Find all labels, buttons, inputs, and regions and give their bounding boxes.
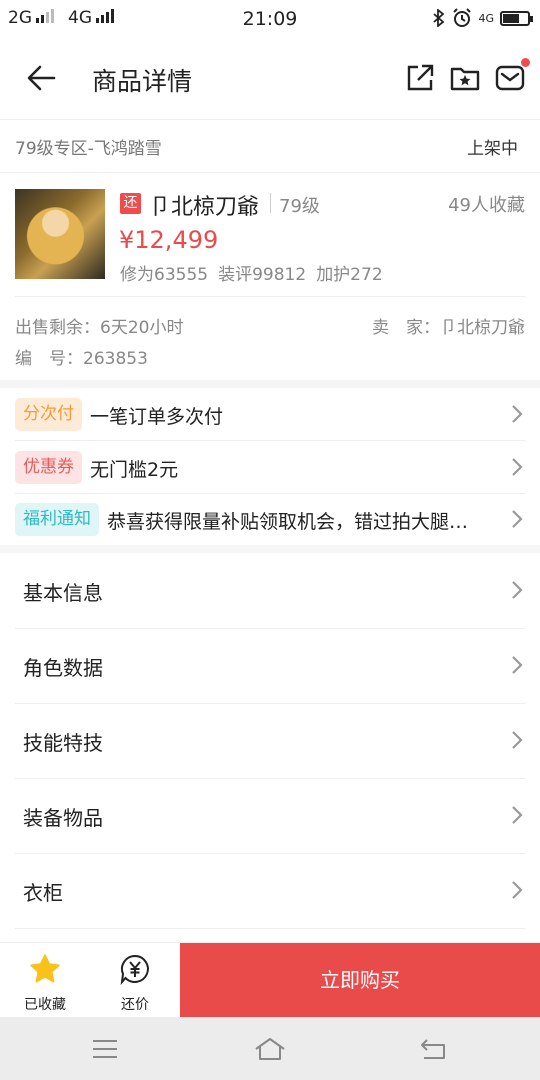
chevron-right-icon <box>512 458 523 476</box>
character-level: 79级 <box>279 196 320 217</box>
section-row[interactable]: 角色数据 <box>0 628 540 702</box>
chevron-right-icon <box>512 731 523 749</box>
share-icon[interactable] <box>404 62 436 94</box>
folder-star-icon[interactable] <box>449 62 481 94</box>
promo-badge: 福利通知 <box>15 503 99 536</box>
alarm-icon <box>453 8 472 27</box>
status-bar: 2G 4G 21:09 4G <box>0 0 540 38</box>
time-remaining: 出售剩余：6天20小时 <box>15 318 184 338</box>
mail-icon <box>495 65 525 91</box>
stat-gear-score: 装评99812 <box>218 265 307 285</box>
bargain-button[interactable]: 还价 <box>90 943 180 1018</box>
divider <box>270 193 271 213</box>
section-gap <box>0 545 540 553</box>
back-arrow-icon[interactable] <box>24 60 60 96</box>
star-icon <box>30 954 60 983</box>
section-label: 角色数据 <box>23 656 103 680</box>
page-title: 商品详情 <box>92 67 193 96</box>
mail-button[interactable] <box>494 58 530 94</box>
section-label: 技能特技 <box>23 731 103 755</box>
action-bar: 已收藏 还价 立即购买 <box>0 942 540 1018</box>
buy-now-button[interactable]: 立即购买 <box>180 943 540 1018</box>
chevron-right-icon <box>512 510 523 528</box>
promo-badge: 优惠券 <box>15 451 82 484</box>
zone-label: 79级专区-飞鸿踏雪 <box>15 139 162 159</box>
section-row[interactable]: 基本信息 <box>0 553 540 627</box>
character-stats: 修为63555 装评99812 加护272 <box>120 260 383 285</box>
chevron-right-icon <box>512 656 523 674</box>
section-row[interactable]: 装备物品 <box>0 778 540 852</box>
divider <box>15 296 525 297</box>
divider <box>0 172 540 173</box>
menu-icon[interactable] <box>89 1035 121 1063</box>
section-label: 衣柜 <box>23 881 63 905</box>
character-name: 卩北椋刀爺 <box>149 195 260 220</box>
character-avatar[interactable] <box>15 189 105 279</box>
promo-text: 无门槛2元 <box>90 459 179 481</box>
notification-dot <box>521 58 530 67</box>
chevron-right-icon <box>512 581 523 599</box>
stat-cultivation: 修为63555 <box>120 265 209 285</box>
yen-chat-icon <box>120 954 149 985</box>
stat-protection: 加护272 <box>316 265 383 285</box>
bargain-label: 还价 <box>121 997 149 1013</box>
bluetooth-icon <box>433 9 445 27</box>
section-gap <box>0 380 540 388</box>
promo-text: 恭喜获得限量补贴领取机会，错过拍大腿… <box>107 511 469 533</box>
home-icon[interactable] <box>254 1035 286 1063</box>
section-row[interactable]: 技能特技 <box>0 703 540 777</box>
favorite-count: 49人收藏 <box>448 195 525 216</box>
favorite-label: 已收藏 <box>24 997 66 1013</box>
seller-name: 卖 家：卩北椋刀爺 <box>372 318 525 338</box>
bargain-tag: 还 <box>120 193 141 214</box>
chevron-right-icon <box>512 405 523 423</box>
chevron-right-icon <box>512 806 523 824</box>
promo-row[interactable]: 优惠券 无门槛2元 <box>0 441 540 493</box>
network-badge: 4G <box>478 11 494 25</box>
divider <box>15 928 525 929</box>
favorite-button[interactable]: 已收藏 <box>0 943 90 1018</box>
price: ¥12,499 <box>119 226 219 254</box>
promo-badge: 分次付 <box>15 398 82 431</box>
chevron-right-icon <box>512 881 523 899</box>
system-nav-bar <box>0 1017 540 1080</box>
section-label: 装备物品 <box>23 806 103 830</box>
battery-icon <box>500 10 533 26</box>
serial-number: 编 号：263853 <box>15 349 148 369</box>
promo-text: 一笔订单多次付 <box>90 406 224 428</box>
section-row[interactable]: 衣柜 <box>0 853 540 927</box>
section-label: 基本信息 <box>23 581 103 605</box>
promo-row[interactable]: 福利通知 恭喜获得限量补贴领取机会，错过拍大腿… <box>0 493 540 545</box>
listing-status: 上架中 <box>467 139 518 159</box>
back-icon[interactable] <box>418 1035 450 1063</box>
promo-row[interactable]: 分次付 一笔订单多次付 <box>0 388 540 440</box>
app-header: 商品详情 <box>0 38 540 120</box>
